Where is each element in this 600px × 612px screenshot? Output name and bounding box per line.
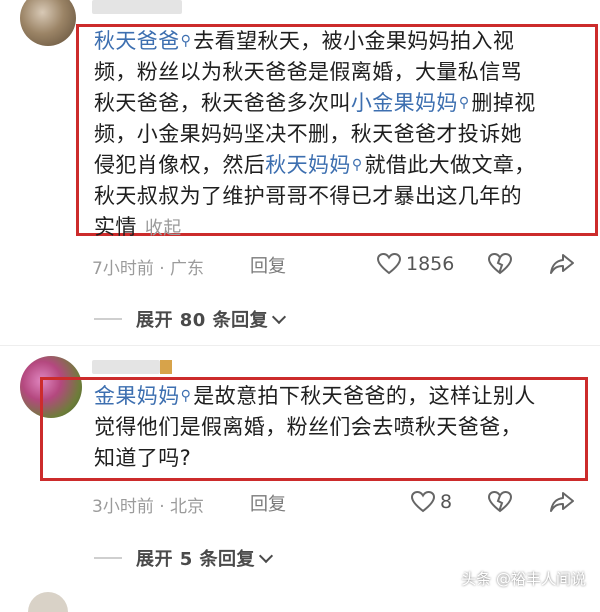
dislike-heart-icon <box>487 252 513 276</box>
search-mention-icon: ⚲ <box>351 157 363 173</box>
expand-replies-button[interactable]: 展开 80 条回复 <box>136 306 287 332</box>
username-blurred[interactable] <box>92 360 160 374</box>
dislike-button[interactable] <box>487 252 513 276</box>
search-mention-icon: ⚲ <box>458 95 470 111</box>
dislike-heart-icon <box>487 490 513 514</box>
mention-link[interactable]: 秋天妈妈 <box>265 153 351 177</box>
comment-segment: 就借此大做文章， <box>364 153 536 177</box>
comment-line: 知道了吗? <box>94 443 584 474</box>
expand-replies-button[interactable]: 展开 5 条回复 <box>136 545 274 571</box>
avatar[interactable] <box>20 0 76 46</box>
comment-text: 秋天爸爸⚲去看望秋天，被小金果妈妈拍入视 频，粉丝以为秋天爸爸是假离婚，大量私信骂… <box>94 26 594 244</box>
collapse-button[interactable]: 收起 <box>145 218 182 239</box>
expand-divider <box>94 318 122 320</box>
comment-line: 侵犯肖像权，然后秋天妈妈⚲就借此大做文章， <box>94 150 594 181</box>
mention-link[interactable]: 秋天爸爸 <box>94 29 180 53</box>
comment-line: 秋天爸爸，秋天爸爸多次叫小金果妈妈⚲删掉视 <box>94 88 594 119</box>
dislike-button[interactable] <box>487 490 513 514</box>
expand-replies-label: 展开 80 条回复 <box>136 310 269 331</box>
expand-replies-label: 展开 5 条回复 <box>136 549 256 570</box>
comment-segment: 觉得他们是假离婚，粉丝们会去喷秋天爸爸， <box>94 415 522 439</box>
comment-segment: 侵犯肖像权，然后 <box>94 153 266 177</box>
heart-icon <box>410 490 436 514</box>
search-mention-icon: ⚲ <box>180 388 192 404</box>
chevron-down-icon <box>258 548 274 564</box>
comment-meta: 7小时前 · 广东 <box>92 259 205 279</box>
share-button[interactable] <box>549 490 575 514</box>
comment-segment: 是故意拍下秋天爸爸的，这样让别人 <box>193 384 536 408</box>
comment-line: 秋天爸爸⚲去看望秋天，被小金果妈妈拍入视 <box>94 26 594 57</box>
chevron-down-icon <box>272 309 287 325</box>
username-blurred[interactable] <box>92 0 182 14</box>
comment-line: 频，小金果妈妈坚决不删，秋天爸爸才投诉她 <box>94 119 594 150</box>
share-icon <box>549 490 575 514</box>
reply-button[interactable]: 回复 <box>250 252 286 278</box>
comment-segment: 知道了吗? <box>94 446 192 470</box>
comment-meta: 3小时前 · 北京 <box>92 497 205 517</box>
heart-icon <box>376 252 402 276</box>
comment-segment: 实情 <box>94 215 137 239</box>
comment-segment: 秋天叔叔为了维护哥哥不得已才暴出这几年的 <box>94 184 522 208</box>
share-button[interactable] <box>549 252 575 276</box>
avatar[interactable] <box>28 592 68 612</box>
like-button[interactable]: 1856 <box>376 252 454 276</box>
comment-line: 秋天叔叔为了维护哥哥不得已才暴出这几年的 <box>94 181 594 212</box>
comment-segment: 频，粉丝以为秋天爸爸是假离婚，大量私信骂 <box>94 60 522 84</box>
watermark: 头条 @裕丰人间说 <box>461 570 586 588</box>
mention-link[interactable]: 小金果妈妈 <box>351 91 458 115</box>
comment-text: 金果妈妈⚲是故意拍下秋天爸爸的，这样让别人觉得他们是假离婚，粉丝们会去喷秋天爸爸… <box>94 381 584 474</box>
comment-segment: 删掉视 <box>471 91 536 115</box>
expand-divider <box>94 557 122 559</box>
like-button[interactable]: 8 <box>410 490 452 514</box>
mention-link[interactable]: 金果妈妈 <box>94 384 180 408</box>
user-badge <box>160 360 172 374</box>
comment-segment: 频，小金果妈妈坚决不删，秋天爸爸才投诉她 <box>94 122 522 146</box>
share-icon <box>549 252 575 276</box>
comment-segment: 去看望秋天，被小金果妈妈拍入视 <box>193 29 515 53</box>
like-count: 8 <box>440 491 453 513</box>
like-count: 1856 <box>406 253 455 275</box>
comment-line: 觉得他们是假离婚，粉丝们会去喷秋天爸爸， <box>94 412 584 443</box>
search-mention-icon: ⚲ <box>180 33 192 49</box>
comment-line: 实情 收起 <box>94 212 594 244</box>
comment-segment: 秋天爸爸，秋天爸爸多次叫 <box>94 91 351 115</box>
comment-divider <box>0 345 600 346</box>
reply-button[interactable]: 回复 <box>250 490 286 516</box>
comment-line: 金果妈妈⚲是故意拍下秋天爸爸的，这样让别人 <box>94 381 584 412</box>
comment-line: 频，粉丝以为秋天爸爸是假离婚，大量私信骂 <box>94 57 594 88</box>
